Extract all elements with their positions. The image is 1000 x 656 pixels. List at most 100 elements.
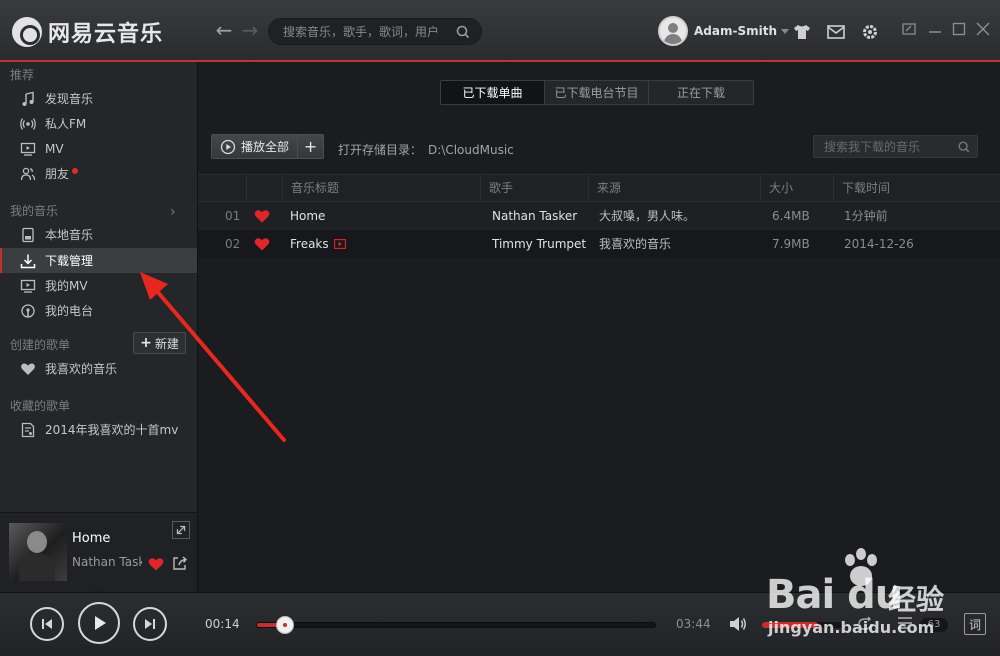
column-size[interactable]: 大小 [760,175,833,202]
radio-signal-icon [20,117,36,130]
song-size: 7.9MB [772,237,810,251]
column-source[interactable]: 来源 [588,175,760,202]
tab-downloaded-radio[interactable]: 已下载电台节目 [545,81,649,104]
sidebar-item-friends[interactable]: 朋友 [0,161,197,186]
open-directory-link[interactable]: 打开存储目录： D:\CloudMusic [338,141,514,158]
next-track-icon [145,619,155,629]
sidebar-item-collected-playlist[interactable]: 2014年我喜欢的十首mv [0,417,197,442]
play-all-label: 播放全部 [241,140,290,154]
song-artist[interactable]: Nathan Tasker [492,202,577,230]
gear-icon[interactable] [860,22,880,42]
sidebar: 推荐 发现音乐 私人FM MV 朋友 我的音乐 › 本地音乐 下载管理 我的MV… [0,62,198,512]
previous-button[interactable] [30,607,64,641]
song-source[interactable]: 我喜欢的音乐 [599,230,671,258]
new-playlist-button[interactable]: + 新建 [133,332,186,354]
share-icon[interactable] [172,555,188,571]
player-bar: 00:14 03:44 63 词 [0,592,1000,656]
current-time: 00:14 [205,617,240,631]
album-cover[interactable] [9,523,67,581]
column-title[interactable]: 音乐标题 [282,175,480,202]
minimize-icon[interactable] [926,20,944,38]
volume-slider[interactable] [762,622,842,628]
friends-icon [20,167,36,180]
mail-icon[interactable] [826,22,846,42]
radio-station-icon [21,303,35,318]
search-icon[interactable] [455,24,471,40]
playlist-queue-icon[interactable] [896,613,920,633]
section-my-music: 我的音乐 [10,204,59,218]
maximize-icon[interactable] [950,20,968,38]
now-playing-artist[interactable]: Nathan Tasker [72,555,142,569]
song-title-text: Freaks [290,237,329,251]
section-collected-playlists: 收藏的歌单 [10,399,71,413]
tab-downloading[interactable]: 正在下载 [649,81,753,104]
sidebar-item-my-radio[interactable]: 我的电台 [0,298,197,323]
lyrics-button[interactable]: 词 [964,613,986,635]
expand-icon[interactable] [172,521,190,539]
local-search-input[interactable] [824,139,957,154]
username[interactable]: Adam-Smith [694,24,777,38]
song-artist[interactable]: Timmy Trumpet [492,230,586,258]
user-menu[interactable]: Adam-Smith [658,16,789,46]
chevron-down-icon[interactable] [781,28,789,34]
column-download-time[interactable]: 下载时间 [833,175,1000,202]
skin-shirt-icon[interactable] [792,22,812,42]
sidebar-item-my-mv[interactable]: 我的MV [0,273,197,298]
play-circle-icon [220,139,236,154]
sidebar-item-discover[interactable]: 发现音乐 [0,86,197,111]
progress-handle[interactable] [276,616,294,634]
music-note-icon [22,91,34,106]
tab-downloaded-songs[interactable]: 已下载单曲 [441,81,545,104]
mv-badge-icon[interactable] [333,239,346,249]
column-artist[interactable]: 歌手 [480,175,588,202]
playlist-icon [21,422,35,437]
sidebar-item-label: 我喜欢的音乐 [45,362,118,376]
sidebar-item-local-music[interactable]: 本地音乐 [0,222,197,247]
progress-slider[interactable] [256,616,656,634]
song-title[interactable]: Freaks [290,230,346,258]
sidebar-item-liked-music[interactable]: 我喜欢的音乐 [0,356,197,381]
volume-icon[interactable] [728,615,748,633]
global-search-input[interactable] [283,24,455,39]
history-nav: ← → [214,20,260,40]
sidebar-item-label: 本地音乐 [45,228,94,242]
playlist-count-badge[interactable]: 63 [920,618,948,632]
new-playlist-label: 新建 [154,336,179,351]
sidebar-item-label: MV [45,141,64,156]
song-size: 6.4MB [772,209,810,223]
card-pointer [92,585,106,592]
song-source[interactable]: 大叔嗓，男人味。 [599,202,695,230]
mini-mode-icon[interactable] [900,20,918,38]
sidebar-item-label: 2014年我喜欢的十首mv [45,423,179,437]
liked-heart-icon[interactable] [254,237,270,251]
liked-heart-icon[interactable] [254,209,270,223]
forward-arrow-icon[interactable]: → [240,20,260,40]
play-all-button[interactable]: 播放全部 [211,134,299,159]
next-button[interactable] [133,607,167,641]
search-icon[interactable] [957,140,971,154]
song-download-time: 2014-12-26 [844,237,914,251]
back-arrow-icon[interactable]: ← [214,20,234,40]
table-header: 音乐标题 歌手 来源 大小 下载时间 [198,174,1000,202]
table-row[interactable]: 01 Home Nathan Tasker 大叔嗓，男人味。 6.4MB 1分钟… [198,202,1000,230]
close-icon[interactable] [974,20,992,38]
app-logo[interactable]: 网易云音乐 [12,16,163,48]
play-pause-button[interactable] [78,602,120,644]
sidebar-item-mv[interactable]: MV [0,136,197,161]
avatar[interactable] [658,16,688,46]
sidebar-item-label: 发现音乐 [45,92,94,106]
row-index: 02 [225,237,241,251]
repeat-mode-icon[interactable] [856,615,874,633]
table-row[interactable]: 02 Freaks Timmy Trumpet 我喜欢的音乐 7.9MB 201… [198,230,1000,258]
download-manager-panel: 已下载单曲 已下载电台节目 正在下载 播放全部 + 打开存储目录： D:\Clou… [198,62,1000,592]
heart-icon [21,363,35,375]
now-playing-title[interactable]: Home [72,531,110,546]
chevron-right-icon[interactable]: › [170,204,176,220]
notification-dot [72,167,79,174]
sidebar-item-fm[interactable]: 私人FM [0,111,197,136]
sidebar-item-downloads[interactable]: 下载管理 [0,248,197,273]
song-title[interactable]: Home [290,202,325,230]
add-all-button[interactable]: + [298,134,325,159]
volume-fill [762,622,818,628]
liked-heart-icon[interactable] [148,557,164,571]
